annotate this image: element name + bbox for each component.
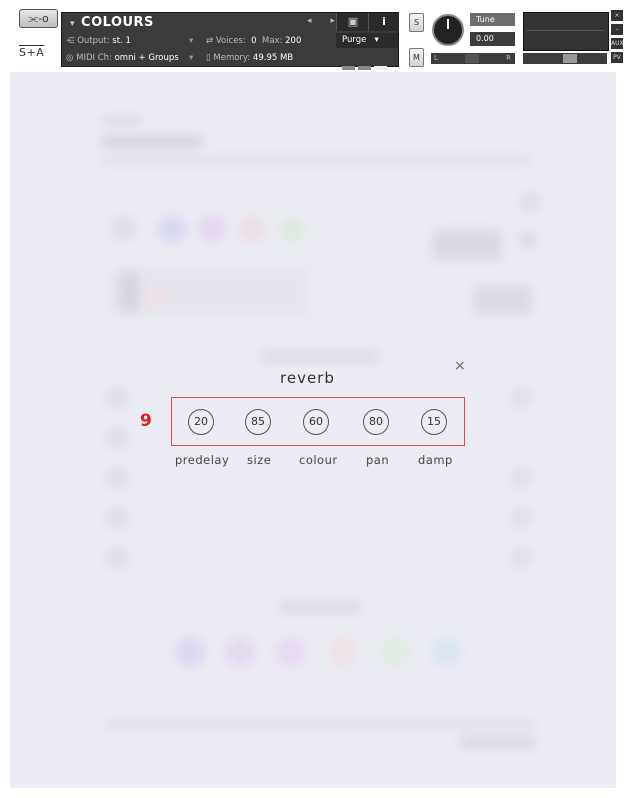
reverb-title: reverb (280, 369, 335, 387)
output-field[interactable]: ⋲ Output: st. 1 (66, 36, 131, 46)
minimize-icon[interactable]: – (611, 24, 623, 35)
predelay-label: predelay (175, 453, 230, 467)
tune-label: Tune (470, 13, 515, 26)
tune-value[interactable]: 0.00 (470, 32, 515, 46)
chevron-down-icon[interactable]: ▾ (70, 19, 75, 29)
midi-channel-field[interactable]: ◎ MIDI Ch: omni + Groups (66, 53, 179, 63)
close-icon[interactable]: × (611, 10, 623, 21)
memory-field: ▯ Memory: 49.95 MB (206, 53, 294, 63)
volume-slider[interactable] (523, 53, 607, 64)
volume-slider-handle[interactable] (563, 54, 577, 63)
pan-left-label: L (434, 54, 438, 62)
size-knob[interactable]: 85 (245, 409, 271, 435)
pan-knob[interactable]: 80 (363, 409, 389, 435)
sa-label[interactable]: S+A (19, 46, 44, 59)
pan-slider[interactable]: L R (431, 53, 515, 64)
camera-icon[interactable]: ▣ (336, 13, 369, 31)
mute-button[interactable]: M (409, 48, 424, 67)
voices-field: ⇄ Voices: 0 Max: 200 (206, 36, 302, 46)
solo-button[interactable]: S (409, 13, 424, 32)
level-meter (523, 12, 609, 51)
damp-label: damp (418, 453, 453, 467)
pan-label: pan (366, 453, 390, 467)
damp-knob[interactable]: 15 (421, 409, 447, 435)
aux-button[interactable]: AUX (611, 38, 624, 49)
colour-label: colour (299, 453, 338, 467)
size-label: size (247, 453, 272, 467)
predelay-knob[interactable]: 20 (188, 409, 214, 435)
instrument-header: ▾ COLOURS ◂ ▸ ▣ i ⋲ Output: st. 1 ▾ ⇄ Voi… (61, 12, 399, 70)
pan-slider-handle[interactable] (465, 54, 479, 63)
pv-button[interactable]: PV (611, 52, 623, 63)
pan-right-label: R (506, 54, 511, 62)
instrument-name: COLOURS (81, 15, 154, 30)
instrument-title[interactable]: ▾ COLOURS (70, 15, 154, 30)
info-icon[interactable]: i (368, 13, 399, 31)
tune-knob[interactable] (432, 14, 464, 46)
host-toolbar: ⫘‑o S+A ▾ COLOURS ◂ ▸ ▣ i ⋲ Output: st. 1… (0, 0, 627, 70)
wrench-icon[interactable]: ⫘‑o (19, 9, 58, 28)
purge-button[interactable]: Purge ▾ (336, 33, 398, 48)
cpu-meters (342, 55, 392, 70)
output-dropdown-icon[interactable]: ▾ (189, 36, 193, 46)
colour-knob[interactable]: 60 (303, 409, 329, 435)
close-icon[interactable]: × (454, 358, 466, 374)
step-marker: 9 (140, 411, 152, 431)
midi-dropdown-icon[interactable]: ▾ (189, 53, 193, 63)
